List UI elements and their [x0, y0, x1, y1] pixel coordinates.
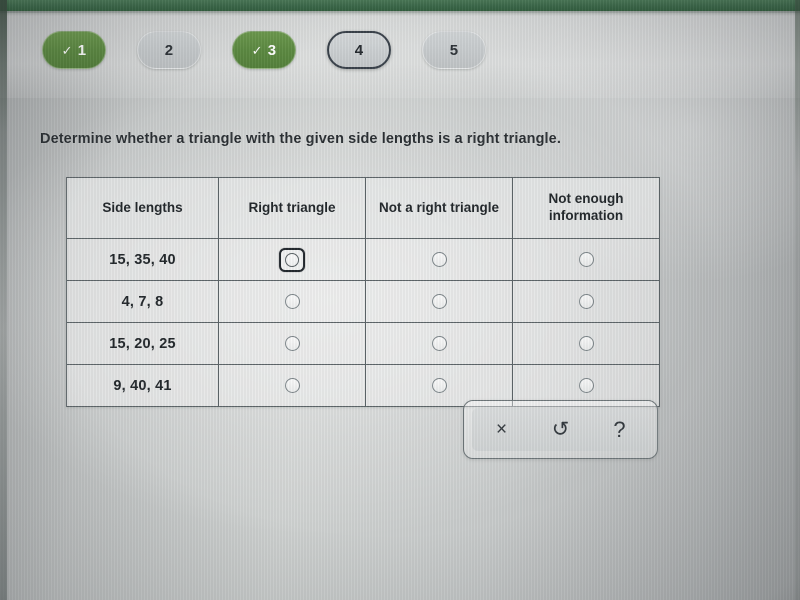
help-icon: ?	[613, 416, 626, 442]
table-row: 15, 35, 40	[66, 238, 660, 281]
step-pill-4[interactable]: 4	[327, 31, 391, 69]
side-lengths-value: 15, 20, 25	[66, 322, 219, 365]
side-lengths-value: 9, 40, 41	[66, 364, 219, 407]
table-header-row: Side lengths Right triangle Not a right …	[66, 177, 660, 239]
undo-button[interactable]: ↺	[541, 412, 581, 448]
radio-right-triangle-row2[interactable]	[279, 290, 305, 314]
question-prompt: Determine whether a triangle with the gi…	[40, 131, 561, 147]
table-row: 15, 20, 25	[66, 322, 660, 365]
radio-cell-right-triangle[interactable]	[218, 238, 366, 281]
radio-circle-icon	[285, 252, 299, 267]
left-bezel	[0, 0, 7, 600]
radio-circle-icon	[578, 252, 594, 267]
radio-circle-icon	[431, 336, 447, 351]
radio-cell-right-triangle[interactable]	[218, 280, 366, 323]
radio-not-enough-information-row4[interactable]	[573, 374, 599, 398]
radio-not-a-right-triangle-row2[interactable]	[426, 290, 452, 314]
radio-cell-right-triangle[interactable]	[218, 364, 366, 407]
radio-cell-not-a-right-triangle[interactable]	[365, 280, 513, 323]
step-pill-5[interactable]: 5	[422, 31, 486, 69]
radio-circle-icon	[431, 294, 447, 309]
radio-circle-icon	[431, 252, 447, 267]
step-pill-2-label: 2	[164, 41, 174, 59]
app-top-bar-shadow	[0, 11, 800, 16]
clear-icon: ×	[495, 419, 508, 440]
column-header-not-a-right-triangle: Not a right triangle	[365, 177, 513, 239]
radio-right-triangle-row3[interactable]	[279, 332, 305, 356]
app-top-bar	[0, 0, 800, 11]
check-icon: ✓	[251, 42, 263, 58]
radio-right-triangle-row1[interactable]	[279, 247, 305, 272]
help-button[interactable]: ?	[600, 412, 640, 448]
radio-not-enough-information-row1[interactable]	[573, 248, 599, 272]
step-pill-1[interactable]: ✓ 1	[42, 31, 106, 69]
step-pill-1-label: 1	[77, 41, 87, 59]
screen-photo: ✓ 1 2 ✓ 3 4 5 Determine whether a triang…	[0, 0, 800, 600]
radio-circle-icon	[284, 378, 300, 393]
radio-not-a-right-triangle-row3[interactable]	[426, 332, 452, 356]
answer-table: Side lengths Right triangle Not a right …	[66, 177, 660, 407]
radio-not-enough-information-row2[interactable]	[573, 290, 599, 314]
step-pill-3-label: 3	[267, 41, 277, 59]
radio-circle-icon	[578, 336, 594, 351]
radio-cell-not-a-right-triangle[interactable]	[365, 238, 513, 281]
radio-circle-icon	[284, 294, 300, 309]
side-lengths-value: 15, 35, 40	[66, 238, 219, 281]
step-pill-2[interactable]: 2	[137, 31, 201, 69]
column-header-side-lengths: Side lengths	[66, 177, 219, 239]
step-pill-5-label: 5	[449, 41, 459, 59]
column-header-right-triangle: Right triangle	[218, 177, 366, 239]
column-header-not-enough-information: Not enough information	[512, 177, 660, 239]
step-progress: ✓ 1 2 ✓ 3 4 5	[42, 31, 486, 69]
right-bezel	[795, 0, 800, 600]
radio-cell-not-enough-information[interactable]	[512, 238, 660, 281]
radio-not-enough-information-row3[interactable]	[573, 332, 599, 356]
radio-circle-icon	[431, 378, 447, 393]
radio-not-a-right-triangle-row1[interactable]	[426, 248, 452, 272]
tool-strip-inner: × ↺ ?	[472, 408, 649, 451]
radio-circle-icon	[578, 294, 594, 309]
step-pill-3[interactable]: ✓ 3	[232, 31, 296, 69]
radio-circle-icon	[578, 378, 594, 393]
step-pill-4-label: 4	[354, 41, 364, 59]
radio-not-a-right-triangle-row4[interactable]	[426, 374, 452, 398]
undo-icon: ↺	[551, 418, 570, 441]
table-row: 4, 7, 8	[66, 280, 660, 323]
radio-cell-right-triangle[interactable]	[218, 322, 366, 365]
check-icon: ✓	[61, 42, 73, 58]
radio-circle-icon	[284, 336, 300, 351]
radio-cell-not-enough-information[interactable]	[512, 322, 660, 365]
radio-cell-not-a-right-triangle[interactable]	[365, 322, 513, 365]
side-lengths-value: 4, 7, 8	[66, 280, 219, 323]
clear-button[interactable]: ×	[482, 412, 522, 448]
tool-strip: × ↺ ?	[463, 400, 658, 459]
radio-right-triangle-row4[interactable]	[279, 374, 305, 398]
radio-cell-not-enough-information[interactable]	[512, 280, 660, 323]
